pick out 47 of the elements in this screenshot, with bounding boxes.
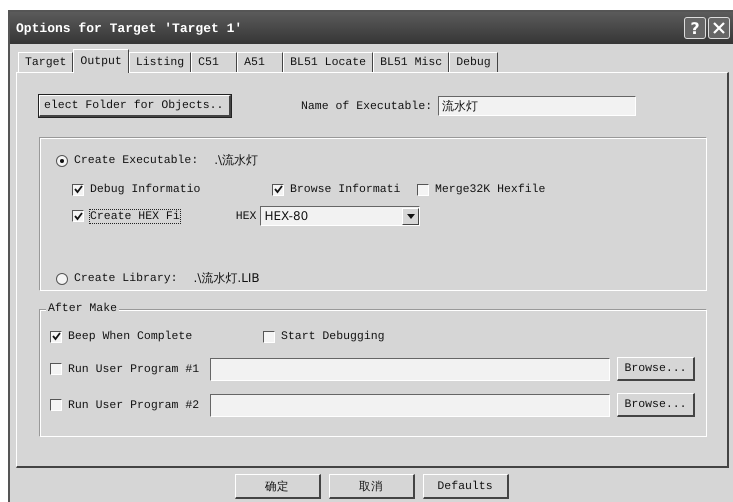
dialog-button[interactable]: 取消 (328, 474, 414, 499)
checkbox-label: Merge32K Hexfile (435, 183, 546, 196)
dropdown-arrow-icon (406, 214, 415, 218)
browse-button[interactable]: Browse... (617, 357, 695, 381)
input-field[interactable] (210, 358, 610, 380)
browse-button[interactable]: Browse... (617, 393, 695, 417)
checkbox[interactable] (272, 184, 284, 196)
tab[interactable]: Target (18, 52, 74, 72)
tab[interactable]: Output (73, 49, 129, 73)
tab[interactable]: Listing (128, 52, 192, 72)
checkbox[interactable] (50, 363, 62, 375)
checkbox-label: Start Debugging (281, 330, 385, 343)
tab[interactable]: A51 (237, 52, 284, 72)
select-folder-button[interactable]: elect Folder for Objects.. (39, 95, 231, 117)
input-field[interactable] (210, 394, 610, 416)
checkbox-label: Run User Program #2 (68, 398, 200, 412)
field-label: HEX (236, 210, 256, 222)
radio-button[interactable] (56, 154, 68, 166)
checkbox[interactable] (263, 330, 275, 342)
checkbox-label: Run User Program #1 (68, 362, 200, 376)
tab[interactable]: BL51 Locate (283, 52, 374, 72)
radio-label: Create Library: (74, 272, 178, 285)
tab[interactable]: Debug (449, 52, 498, 72)
dropdown[interactable]: HEX-80 (260, 206, 420, 226)
checkbox[interactable] (50, 330, 62, 342)
checkbox-label: Beep When Complete (68, 330, 194, 343)
field-label: Name of Executable: (301, 100, 432, 112)
close-icon (713, 22, 725, 34)
checkbox[interactable] (417, 184, 429, 196)
checkbox-label: Browse Informati (290, 183, 402, 196)
tab[interactable]: C51 (191, 52, 238, 72)
tab[interactable]: BL51 Misc (373, 52, 450, 72)
path-text: .\流水灯.LIB (194, 270, 260, 287)
window-title: Options for Target 'Target 1' (16, 20, 244, 36)
checkbox[interactable] (50, 399, 62, 411)
dialog-button[interactable]: Defaults (422, 474, 508, 499)
checkbox[interactable] (72, 210, 84, 222)
radio-label: Create Executable: (74, 154, 198, 167)
dialog-button[interactable]: 确定 (234, 474, 320, 499)
path-text: .\流水灯 (214, 152, 258, 169)
checkbox-label: Create HEX Fi (90, 210, 180, 222)
checkbox-label: Debug Informatio (90, 183, 202, 196)
close-button[interactable] (708, 17, 730, 39)
help-button[interactable]: ? (684, 17, 706, 39)
checkbox[interactable] (72, 184, 84, 196)
input-field[interactable]: 流水灯 (438, 96, 636, 116)
radio-button[interactable] (56, 272, 68, 284)
